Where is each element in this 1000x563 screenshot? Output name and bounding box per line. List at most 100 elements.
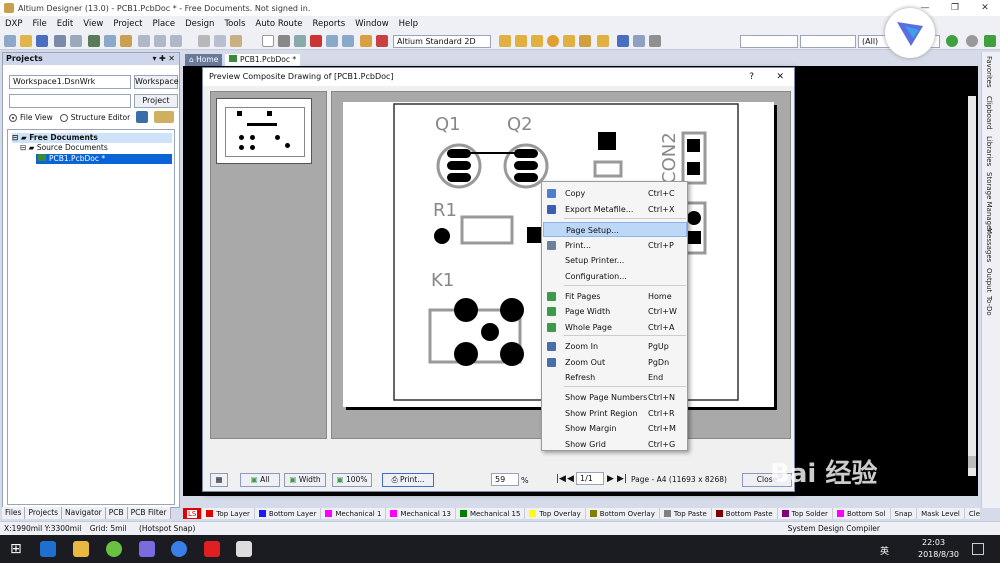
menu-edit[interactable]: Edit xyxy=(52,19,78,29)
polygon-icon[interactable] xyxy=(579,35,591,47)
dialog-close-x-button[interactable]: ✕ xyxy=(776,68,784,86)
tree-free-documents[interactable]: ⊟ ▰ Free Documents xyxy=(12,133,172,143)
workspace-button[interactable]: Workspace xyxy=(134,75,179,89)
tab-home[interactable]: ⌂ Home xyxy=(185,54,223,66)
document-options-icon[interactable] xyxy=(154,111,174,123)
next-page-button[interactable]: ▶ xyxy=(607,474,614,484)
tab-pcb-doc[interactable]: PCB1.PcbDoc * xyxy=(225,54,301,66)
canvas-scroll-thumb[interactable] xyxy=(968,456,976,468)
layer-tab[interactable]: Bottom Paste xyxy=(712,508,778,519)
menu-view[interactable]: View xyxy=(78,19,108,29)
page-thumbnail[interactable] xyxy=(216,98,312,164)
notification-icon[interactable] xyxy=(972,543,984,555)
ctx-item-print[interactable]: Print... Ctrl+P xyxy=(543,238,687,253)
project-settings-icon[interactable] xyxy=(136,111,148,123)
menu-project[interactable]: Project xyxy=(108,19,147,29)
bird-app-icon[interactable] xyxy=(139,541,155,557)
cut-icon[interactable] xyxy=(198,35,210,47)
explorer-icon[interactable] xyxy=(73,541,89,557)
pencil-icon[interactable] xyxy=(360,35,372,47)
region-icon[interactable] xyxy=(597,35,609,47)
edge-icon[interactable] xyxy=(40,541,56,557)
ctx-item-configuration[interactable]: Configuration... xyxy=(543,269,687,284)
redo-icon[interactable] xyxy=(342,35,354,47)
page-number-field[interactable]: 1/1 xyxy=(576,472,604,485)
ctx-item-setup-printer[interactable]: Setup Printer... xyxy=(543,253,687,268)
fill-icon[interactable] xyxy=(563,35,575,47)
component-icon[interactable] xyxy=(633,35,645,47)
layer-extra-button[interactable]: Snap xyxy=(891,508,918,519)
right-tab-messages[interactable]: Messages xyxy=(985,228,993,262)
fit-width-button[interactable]: ▣ Width xyxy=(284,473,326,487)
ctx-item-fit-pages[interactable]: Fit Pages Home xyxy=(543,289,687,304)
select-area-icon[interactable] xyxy=(262,35,274,47)
zoom-area-icon[interactable] xyxy=(154,35,166,47)
layer-tab[interactable]: Top Solder xyxy=(778,508,833,519)
folder-icon[interactable] xyxy=(120,35,132,47)
print-button[interactable]: ⎙ Print... xyxy=(382,473,434,487)
open-icon[interactable] xyxy=(20,35,32,47)
menu-place[interactable]: Place xyxy=(147,19,180,29)
grid-icon[interactable] xyxy=(649,35,661,47)
arc-icon[interactable] xyxy=(515,35,527,47)
menu-tools[interactable]: Tools xyxy=(219,19,250,29)
layer-tab[interactable]: Top Paste xyxy=(660,508,712,519)
last-page-button[interactable]: ▶| xyxy=(617,474,627,484)
layer-extra-button[interactable]: Clear xyxy=(965,508,980,519)
menu-auto-route[interactable]: Auto Route xyxy=(250,19,307,29)
copy-icon[interactable] xyxy=(214,35,226,47)
tree-pcb-doc[interactable]: PCB1.PcbDoc * xyxy=(36,154,172,164)
layer-combo[interactable] xyxy=(740,35,798,48)
close-window-button[interactable]: ✕ xyxy=(970,0,1000,16)
zoom-percent-field[interactable]: 59 xyxy=(491,473,519,486)
ctx-item-page-setup[interactable]: Page Setup... xyxy=(543,222,687,237)
board-icon[interactable] xyxy=(88,35,100,47)
layer-tab[interactable]: Top Layer xyxy=(202,508,255,519)
route-icon[interactable] xyxy=(499,35,511,47)
via-icon[interactable] xyxy=(531,35,543,47)
zoom-100-button[interactable]: ▣ 100% xyxy=(332,473,372,487)
canvas-scrollbar[interactable] xyxy=(968,96,976,476)
first-page-button[interactable]: |◀ xyxy=(556,474,566,484)
status-panels[interactable]: System Design Compiler xyxy=(788,522,880,536)
layer-tab[interactable]: Mechanical 13 xyxy=(386,508,456,519)
project-combo[interactable] xyxy=(9,94,131,108)
windows-start-icon[interactable]: ⊞ xyxy=(10,541,26,557)
right-tab-libraries[interactable]: Libraries xyxy=(985,136,993,166)
layer-tab[interactable]: Top Overlay xyxy=(525,508,586,519)
print-icon[interactable] xyxy=(54,35,66,47)
layer-extra-button[interactable]: Mask Level xyxy=(917,508,965,519)
paste-icon[interactable] xyxy=(230,35,242,47)
print-preview-icon[interactable] xyxy=(70,35,82,47)
dialog-help-button[interactable]: ? xyxy=(749,68,754,86)
save-icon[interactable] xyxy=(36,35,48,47)
tree-source-documents[interactable]: ⊟ ▰ Source Documents xyxy=(20,143,108,153)
panel-pin-icon[interactable]: ▾ ✚ ✕ xyxy=(152,53,175,65)
ctx-item-zoom-in[interactable]: Zoom In PgUp xyxy=(543,339,687,354)
layer-tab[interactable]: Bottom Sol xyxy=(833,508,891,519)
highlight-icon[interactable] xyxy=(376,35,388,47)
layer-tab[interactable]: LS xyxy=(183,508,203,519)
view-config-combo[interactable]: Altium Standard 2D xyxy=(393,35,491,48)
zoom-icon[interactable] xyxy=(104,35,116,47)
text-icon[interactable] xyxy=(617,35,629,47)
ctx-item-whole-page[interactable]: Whole Page Ctrl+A xyxy=(543,320,687,335)
layer-tab[interactable]: Bottom Layer xyxy=(255,508,322,519)
file-view-radio[interactable] xyxy=(9,113,17,122)
prev-page-button[interactable]: ◀ xyxy=(567,474,574,484)
right-tab-output[interactable]: Output xyxy=(985,268,993,292)
maximize-button[interactable]: ❐ xyxy=(940,0,970,16)
panel-tab-files[interactable]: Files xyxy=(2,507,26,519)
ctx-item-page-width[interactable]: Page Width Ctrl+W xyxy=(543,304,687,319)
layer-tab[interactable]: Bottom Overlay xyxy=(586,508,660,519)
zoom-fit-icon[interactable] xyxy=(138,35,150,47)
right-tab-clipboard[interactable]: Clipboard xyxy=(985,96,993,129)
ctx-item-copy[interactable]: Copy Ctrl+C xyxy=(543,186,687,201)
right-tab-favorites[interactable]: Favorites xyxy=(985,56,993,88)
deselect-icon[interactable] xyxy=(310,35,322,47)
ctx-item-refresh[interactable]: Refresh End xyxy=(543,370,687,385)
ctx-item-show-grid[interactable]: Show Grid Ctrl+G xyxy=(543,437,687,452)
undo-icon[interactable] xyxy=(326,35,338,47)
panel-tab-navigator[interactable]: Navigator xyxy=(62,507,106,519)
menu-file[interactable]: File xyxy=(28,19,52,29)
